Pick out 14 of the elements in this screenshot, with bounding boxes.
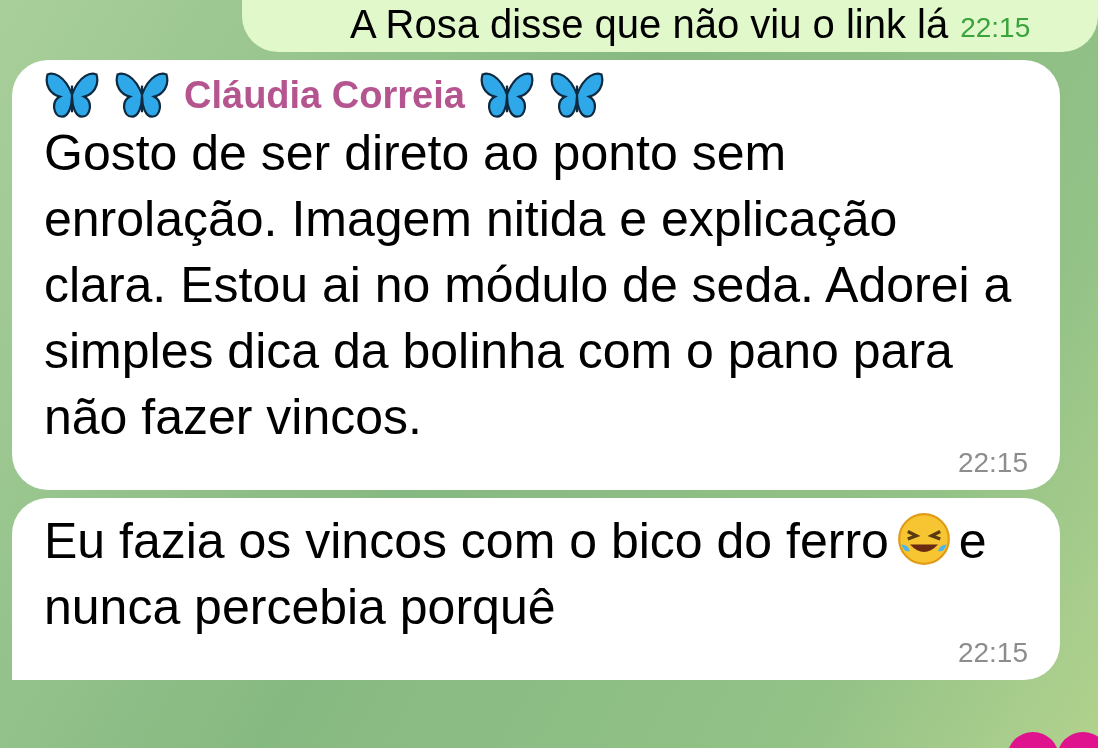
- message-time: 22:15: [960, 11, 1031, 45]
- butterfly-icon: [114, 70, 170, 120]
- butterfly-icon: [478, 70, 535, 120]
- butterfly-icon: [44, 70, 100, 120]
- message-time: 22:15: [957, 450, 1028, 476]
- message-text: A Rosa disse que não viu o link lá: [350, 1, 949, 48]
- message-text: Eu fazia os vincos com o bico do ferro: [44, 513, 889, 569]
- sender-name: Cláudia Correia: [184, 73, 465, 118]
- laughing-emoji-icon: [896, 512, 951, 566]
- message-text: nunca percebia porquê: [44, 578, 556, 637]
- butterfly-icon: [548, 70, 605, 120]
- message-time: 22:15: [957, 640, 1028, 666]
- message-text: e: [958, 513, 987, 569]
- message-text: Gosto de ser direto ao ponto sem enrolação. Imagem nitida e explicação clara. Estou ai no módulo de seda. Adorei a simples dica da bolinha com o pano para não fazer vincos.: [44, 125, 1012, 445]
